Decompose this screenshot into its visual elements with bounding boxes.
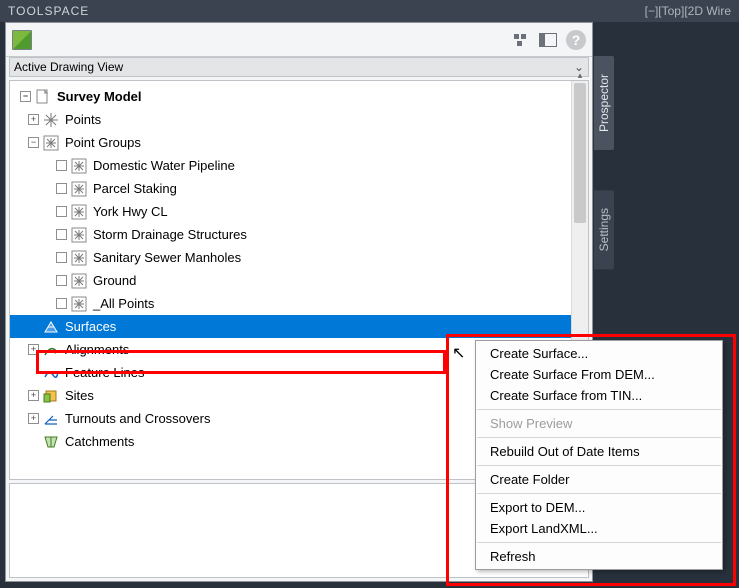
tree-item[interactable]: Ground xyxy=(10,269,571,292)
pgroup-icon xyxy=(71,181,87,197)
node-box-icon xyxy=(56,252,67,263)
side-tab-prospector[interactable]: Prospector xyxy=(594,56,614,150)
title-bar: TOOLSPACE [−][Top][2D Wire xyxy=(0,0,739,22)
tree-item[interactable]: Sanitary Sewer Manholes xyxy=(10,246,571,269)
pgroup-icon xyxy=(71,250,87,266)
cursor-icon: ↖ xyxy=(452,343,465,363)
context-menu-item[interactable]: Create Surface From DEM... xyxy=(476,364,722,385)
tree-root-label: Survey Model xyxy=(57,89,142,104)
expand-icon[interactable]: + xyxy=(28,390,39,401)
toolbar: ? xyxy=(6,23,592,57)
tree-item-label: Domestic Water Pipeline xyxy=(93,158,235,173)
node-box-icon xyxy=(56,275,67,286)
points-icon xyxy=(43,112,59,128)
context-menu-item: Show Preview xyxy=(476,413,722,434)
tree-item[interactable]: York Hwy CL xyxy=(10,200,571,223)
side-tabs: Prospector Settings xyxy=(594,56,618,309)
menu-separator xyxy=(477,542,721,543)
node-box-icon xyxy=(56,229,67,240)
view-dropdown[interactable]: Active Drawing View ⌄ xyxy=(9,57,589,77)
node-box-icon xyxy=(56,160,67,171)
tree-item-label: Sites xyxy=(65,388,94,403)
context-menu-item[interactable]: Export LandXML... xyxy=(476,518,722,539)
menu-separator xyxy=(477,493,721,494)
menu-separator xyxy=(477,437,721,438)
tree-item-label: Feature Lines xyxy=(65,365,145,380)
tree-item-label: Surfaces xyxy=(65,319,116,334)
feature-icon xyxy=(43,365,59,381)
side-tab-settings[interactable]: Settings xyxy=(594,190,614,269)
context-menu-item[interactable]: Create Folder xyxy=(476,469,722,490)
context-menu-item[interactable]: Export to DEM... xyxy=(476,497,722,518)
scroll-thumb[interactable] xyxy=(574,83,586,223)
context-menu-item[interactable]: Create Surface from TIN... xyxy=(476,385,722,406)
pgroup-icon xyxy=(71,227,87,243)
tree-item-label: _All Points xyxy=(93,296,154,311)
tree-item-label: Parcel Staking xyxy=(93,181,177,196)
menu-separator xyxy=(477,409,721,410)
context-menu-item[interactable]: Create Surface... xyxy=(476,343,722,364)
tree-item-label: York Hwy CL xyxy=(93,204,168,219)
sites-icon xyxy=(43,388,59,404)
tree-item[interactable]: − Point Groups xyxy=(10,131,571,154)
tree-item[interactable]: _All Points xyxy=(10,292,571,315)
expand-icon[interactable]: + xyxy=(28,413,39,424)
tree-item[interactable]: + Points xyxy=(10,108,571,131)
document-icon xyxy=(35,89,51,105)
tree-item-label: Points xyxy=(65,112,101,127)
context-menu-item[interactable]: Rebuild Out of Date Items xyxy=(476,441,722,462)
tree-item-label: Storm Drainage Structures xyxy=(93,227,247,242)
expand-icon[interactable]: + xyxy=(28,114,39,125)
context-menu: Create Surface...Create Surface From DEM… xyxy=(475,340,723,570)
collapse-icon[interactable]: − xyxy=(28,137,39,148)
pgroup-icon xyxy=(71,296,87,312)
panel-title: TOOLSPACE xyxy=(8,4,89,18)
viewport-label: [−][Top][2D Wire xyxy=(645,4,731,18)
expand-icon[interactable]: + xyxy=(28,344,39,355)
tree-item-label: Point Groups xyxy=(65,135,141,150)
node-box-icon xyxy=(56,183,67,194)
view-dropdown-label: Active Drawing View xyxy=(14,60,123,74)
tree-item-label: Catchments xyxy=(65,434,134,449)
tree-item-label: Ground xyxy=(93,273,136,288)
tree-item[interactable]: Domestic Water Pipeline xyxy=(10,154,571,177)
toolbar-help-button[interactable]: ? xyxy=(566,30,586,50)
align-icon xyxy=(43,342,59,358)
pgroup-icon xyxy=(71,273,87,289)
scroll-up-icon[interactable]: ▴ xyxy=(572,70,588,81)
tree-item[interactable]: Surfaces xyxy=(10,315,571,338)
tree-item-label: Alignments xyxy=(65,342,129,357)
catch-icon xyxy=(43,434,59,450)
tree-item-label: Sanitary Sewer Manholes xyxy=(93,250,241,265)
pgroup-icon xyxy=(71,204,87,220)
tree-item-label: Turnouts and Crossovers xyxy=(65,411,210,426)
pgroup-icon xyxy=(71,158,87,174)
help-icon: ? xyxy=(566,30,586,50)
tree-item[interactable]: Parcel Staking xyxy=(10,177,571,200)
menu-separator xyxy=(477,465,721,466)
tree-item[interactable]: Storm Drainage Structures xyxy=(10,223,571,246)
toolbar-panel-icon[interactable] xyxy=(538,30,558,50)
toolbar-grid-icon[interactable] xyxy=(510,30,530,50)
context-menu-item[interactable]: Refresh xyxy=(476,546,722,567)
turnout-icon xyxy=(43,411,59,427)
app-logo-icon xyxy=(12,30,32,50)
pgroup-icon xyxy=(43,135,59,151)
surface-icon xyxy=(43,319,59,335)
tree-root[interactable]: −Survey Model xyxy=(10,85,571,108)
node-box-icon xyxy=(56,206,67,217)
node-box-icon xyxy=(56,298,67,309)
